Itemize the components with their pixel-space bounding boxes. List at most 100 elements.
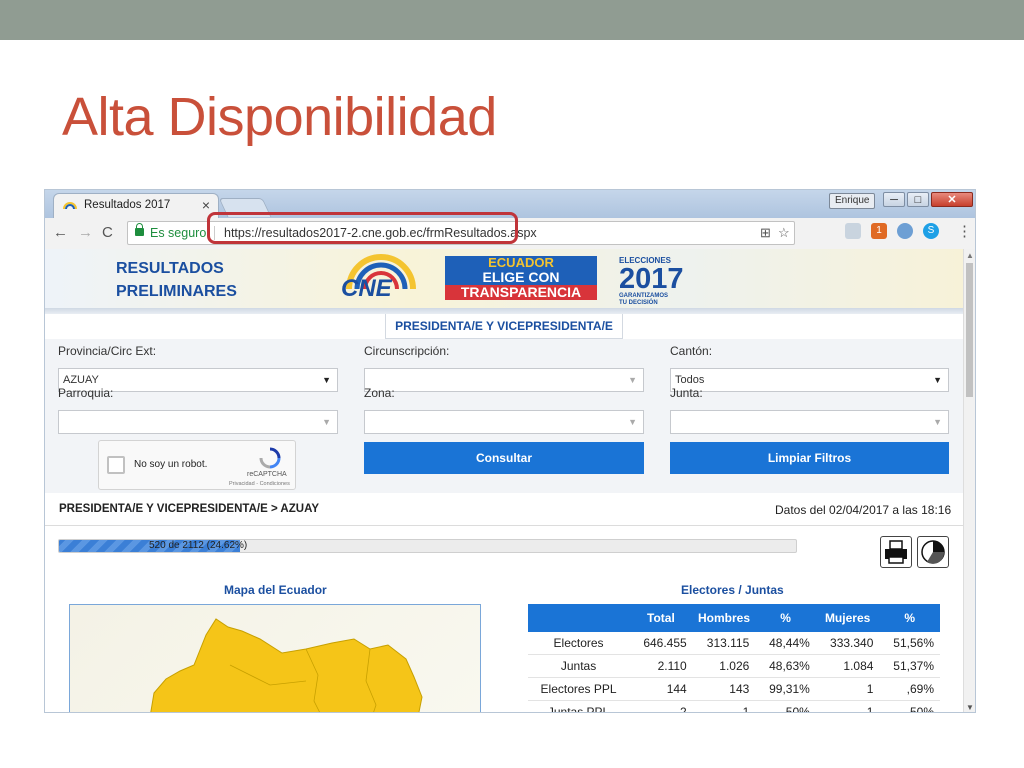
elecciones-year: 2017 — [619, 263, 684, 295]
slide-top-bar — [0, 0, 1024, 40]
page-scrollbar[interactable]: ▲ ▼ — [963, 249, 975, 712]
header-mujeres: Mujeres — [815, 604, 880, 632]
extension-badge-icon[interactable]: 1 — [871, 223, 887, 239]
browser-tab[interactable]: Resultados 2017 × — [53, 193, 219, 218]
chevron-down-icon: ▼ — [628, 375, 637, 385]
electores-table: Total Hombres % Mujeres % Electores 646.… — [528, 604, 940, 712]
pie-chart-button[interactable] — [917, 536, 949, 568]
scroll-up-icon[interactable]: ▲ — [966, 251, 974, 260]
section-divider — [45, 525, 963, 526]
recaptcha-widget: No soy un robot. reCAPTCHA Privacidad - … — [98, 440, 296, 490]
canton-select[interactable]: Todos ▼ — [670, 368, 949, 392]
forward-arrow-icon[interactable]: → — [78, 224, 93, 242]
recaptcha-brand: reCAPTCHA — [247, 471, 287, 478]
pie-chart-icon — [921, 540, 945, 564]
slide-title: Alta Disponibilidad — [62, 87, 497, 147]
cell-total: 646.455 — [629, 632, 693, 655]
cell-mujeres: 1 — [815, 700, 880, 712]
progress-text: 520 de 2112 (24.62%) — [149, 540, 248, 551]
progress-bar: 520 de 2112 (24.62%) — [58, 539, 797, 553]
cell-total: 2 — [629, 700, 693, 712]
cell-total: 144 — [629, 677, 693, 701]
translate-icon[interactable]: ⊞ — [760, 226, 771, 240]
minimize-button[interactable]: ─ — [883, 192, 905, 207]
table-row: Juntas 2.110 1.026 48,63% 1.084 51,37% — [528, 654, 940, 678]
close-window-button[interactable]: ✕ — [931, 192, 973, 207]
extension-icon[interactable] — [845, 223, 861, 239]
results-title-line1: RESULTADOS — [116, 260, 224, 277]
globe-extension-icon[interactable] — [897, 223, 913, 239]
cell-pct-mujeres: 51,37% — [879, 654, 940, 678]
zona-select[interactable]: ▼ — [364, 410, 644, 434]
tab-presidenta[interactable]: PRESIDENTA/E Y VICEPRESIDENTA/E — [385, 314, 623, 339]
azuay-map-shape — [150, 618, 423, 712]
header-pct-mujeres: % — [879, 604, 940, 632]
row-label: Electores — [528, 632, 630, 655]
recaptcha-label: No soy un robot. — [134, 459, 208, 470]
scroll-thumb[interactable] — [966, 263, 973, 397]
header-pct-hombres: % — [755, 604, 816, 632]
junta-label: Junta: — [670, 386, 703, 400]
back-arrow-icon[interactable]: ← — [53, 224, 68, 242]
recaptcha-links[interactable]: Privacidad - Condiciones — [229, 481, 290, 487]
circunscripcion-select[interactable]: ▼ — [364, 368, 644, 392]
cell-mujeres: 1 — [815, 677, 880, 701]
cell-total: 2.110 — [629, 654, 693, 678]
chevron-down-icon: ▼ — [322, 417, 331, 427]
circunscripcion-label: Circunscripción: — [364, 344, 450, 358]
skype-icon[interactable]: S — [923, 223, 939, 239]
security-indicator[interactable]: Es seguro — [150, 226, 206, 240]
cell-mujeres: 333.340 — [815, 632, 880, 655]
browser-menu-icon[interactable]: ⋮ — [957, 223, 972, 241]
printer-icon — [885, 540, 907, 564]
canton-label: Cantón: — [670, 344, 713, 358]
cell-pct-hombres: 48,44% — [755, 632, 816, 655]
table-row: Juntas PPL 2 1 50% 1 50% — [528, 700, 940, 712]
breadcrumb: PRESIDENTA/E Y VICEPRESIDENTA/E > AZUAY — [59, 503, 319, 515]
electores-juntas-title: Electores / Juntas — [681, 583, 784, 597]
browser-screenshot: Resultados 2017 × Enrique ─ □ ✕ ← → C Es… — [44, 189, 976, 713]
cell-pct-mujeres: 51,56% — [879, 632, 940, 655]
web-page: RESULTADOS PRELIMINARES CNE ECUADOR ELIG… — [45, 249, 963, 712]
tab-title: Resultados 2017 — [84, 199, 171, 211]
campaign-logo: ECUADOR ELIGE CON TRANSPARENCIA — [445, 256, 597, 300]
tab-close-icon[interactable]: × — [202, 197, 210, 213]
cell-pct-mujeres: ,69% — [879, 677, 940, 701]
chevron-down-icon: ▼ — [322, 375, 331, 385]
url-highlight-annotation — [207, 212, 518, 244]
chevron-down-icon: ▼ — [628, 417, 637, 427]
row-label: Juntas — [528, 654, 630, 678]
consultar-button[interactable]: Consultar — [364, 442, 644, 474]
campaign-line1: ECUADOR — [445, 256, 597, 270]
header-blank — [528, 604, 630, 632]
cell-hombres: 313.115 — [692, 632, 756, 655]
provincia-value: AZUAY — [63, 374, 99, 386]
campaign-line2: ELIGE CON — [445, 270, 597, 285]
bookmark-star-icon[interactable]: ☆ — [778, 226, 790, 240]
slogan-line2: TU DECISIÓN — [619, 300, 658, 306]
junta-select[interactable]: ▼ — [670, 410, 949, 434]
print-button[interactable] — [880, 536, 912, 568]
cell-pct-hombres: 50% — [755, 700, 816, 712]
parroquia-select[interactable]: ▼ — [58, 410, 338, 434]
cne-wordmark: CNE — [341, 275, 392, 302]
cell-pct-hombres: 48,63% — [755, 654, 816, 678]
recaptcha-checkbox[interactable] — [107, 456, 125, 474]
ecuador-map[interactable] — [69, 604, 481, 712]
elecciones-logo: ELECCIONES 2017 GARANTIZAMOS TU DECISIÓN — [619, 256, 684, 307]
profile-button[interactable]: Enrique — [829, 193, 876, 209]
results-title: RESULTADOS PRELIMINARES — [116, 257, 237, 303]
site-banner: RESULTADOS PRELIMINARES CNE ECUADOR ELIG… — [45, 249, 963, 308]
scroll-down-icon[interactable]: ▼ — [966, 703, 974, 712]
map-title: Mapa del Ecuador — [224, 583, 327, 597]
cell-pct-mujeres: 50% — [879, 700, 940, 712]
recaptcha-logo-icon — [259, 447, 281, 469]
data-timestamp: Datos del 02/04/2017 a las 18:16 — [775, 503, 952, 517]
maximize-button[interactable]: □ — [907, 192, 929, 207]
limpiar-filtros-button[interactable]: Limpiar Filtros — [670, 442, 949, 474]
table-row: Electores PPL 144 143 99,31% 1 ,69% — [528, 677, 940, 701]
results-title-line2: PRELIMINARES — [116, 283, 237, 300]
row-label: Juntas PPL — [528, 700, 630, 712]
header-total: Total — [629, 604, 693, 632]
reload-icon[interactable]: C — [102, 224, 113, 242]
